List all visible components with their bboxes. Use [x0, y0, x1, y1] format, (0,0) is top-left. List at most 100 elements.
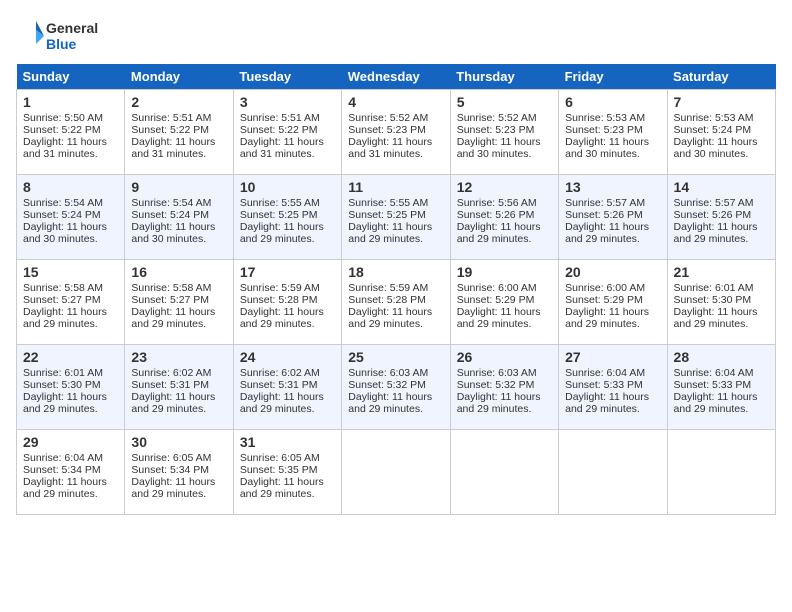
sunrise-text: Sunrise: 5:58 AM — [131, 282, 211, 294]
calendar-cell-day-8: 8 Sunrise: 5:54 AM Sunset: 5:24 PM Dayli… — [17, 175, 125, 260]
day-number: 29 — [23, 434, 118, 450]
sunrise-text: Sunrise: 5:56 AM — [457, 197, 537, 209]
day-number: 2 — [131, 94, 226, 110]
daylight-text: Daylight: 11 hours and 30 minutes. — [131, 221, 215, 245]
sunset-text: Sunset: 5:28 PM — [348, 294, 426, 306]
day-number: 7 — [674, 94, 769, 110]
day-number: 28 — [674, 349, 769, 365]
sunset-text: Sunset: 5:26 PM — [674, 209, 752, 221]
daylight-text: Daylight: 11 hours and 29 minutes. — [23, 476, 107, 500]
calendar-cell-day-19: 19 Sunrise: 6:00 AM Sunset: 5:29 PM Dayl… — [450, 260, 558, 345]
sunrise-text: Sunrise: 6:01 AM — [674, 282, 754, 294]
calendar-header-row: SundayMondayTuesdayWednesdayThursdayFrid… — [17, 64, 776, 90]
day-number: 16 — [131, 264, 226, 280]
day-number: 4 — [348, 94, 443, 110]
sunrise-text: Sunrise: 6:04 AM — [23, 452, 103, 464]
daylight-text: Daylight: 11 hours and 29 minutes. — [240, 391, 324, 415]
calendar-cell-day-13: 13 Sunrise: 5:57 AM Sunset: 5:26 PM Dayl… — [559, 175, 667, 260]
day-number: 18 — [348, 264, 443, 280]
sunset-text: Sunset: 5:26 PM — [565, 209, 643, 221]
daylight-text: Daylight: 11 hours and 29 minutes. — [457, 391, 541, 415]
sunrise-text: Sunrise: 5:53 AM — [674, 112, 754, 124]
day-number: 25 — [348, 349, 443, 365]
daylight-text: Daylight: 11 hours and 29 minutes. — [674, 306, 758, 330]
daylight-text: Daylight: 11 hours and 31 minutes. — [240, 136, 324, 160]
sunrise-text: Sunrise: 5:54 AM — [131, 197, 211, 209]
sunrise-text: Sunrise: 5:58 AM — [23, 282, 103, 294]
calendar-cell-day-21: 21 Sunrise: 6:01 AM Sunset: 5:30 PM Dayl… — [667, 260, 775, 345]
header-cell-wednesday: Wednesday — [342, 64, 450, 90]
day-number: 30 — [131, 434, 226, 450]
sunset-text: Sunset: 5:34 PM — [23, 464, 101, 476]
sunset-text: Sunset: 5:31 PM — [240, 379, 318, 391]
calendar-cell-day-17: 17 Sunrise: 5:59 AM Sunset: 5:28 PM Dayl… — [233, 260, 341, 345]
calendar-cell-day-31: 31 Sunrise: 6:05 AM Sunset: 5:35 PM Dayl… — [233, 430, 341, 515]
calendar-cell-day-3: 3 Sunrise: 5:51 AM Sunset: 5:22 PM Dayli… — [233, 90, 341, 175]
sunrise-text: Sunrise: 6:03 AM — [348, 367, 428, 379]
calendar-cell-day-24: 24 Sunrise: 6:02 AM Sunset: 5:31 PM Dayl… — [233, 345, 341, 430]
sunrise-text: Sunrise: 5:50 AM — [23, 112, 103, 124]
day-number: 31 — [240, 434, 335, 450]
sunrise-text: Sunrise: 5:59 AM — [348, 282, 428, 294]
sunrise-text: Sunrise: 6:03 AM — [457, 367, 537, 379]
sunrise-text: Sunrise: 5:59 AM — [240, 282, 320, 294]
day-number: 20 — [565, 264, 660, 280]
header-cell-thursday: Thursday — [450, 64, 558, 90]
sunset-text: Sunset: 5:32 PM — [457, 379, 535, 391]
daylight-text: Daylight: 11 hours and 29 minutes. — [674, 391, 758, 415]
calendar-cell-day-27: 27 Sunrise: 6:04 AM Sunset: 5:33 PM Dayl… — [559, 345, 667, 430]
daylight-text: Daylight: 11 hours and 29 minutes. — [23, 306, 107, 330]
day-number: 9 — [131, 179, 226, 195]
day-number: 10 — [240, 179, 335, 195]
sunset-text: Sunset: 5:28 PM — [240, 294, 318, 306]
day-number: 8 — [23, 179, 118, 195]
sunset-text: Sunset: 5:30 PM — [674, 294, 752, 306]
day-number: 27 — [565, 349, 660, 365]
sunrise-text: Sunrise: 5:57 AM — [565, 197, 645, 209]
sunrise-text: Sunrise: 6:01 AM — [23, 367, 103, 379]
sunset-text: Sunset: 5:27 PM — [131, 294, 209, 306]
sunset-text: Sunset: 5:22 PM — [23, 124, 101, 136]
daylight-text: Daylight: 11 hours and 30 minutes. — [674, 136, 758, 160]
sunrise-text: Sunrise: 6:02 AM — [131, 367, 211, 379]
sunset-text: Sunset: 5:23 PM — [457, 124, 535, 136]
day-number: 21 — [674, 264, 769, 280]
sunset-text: Sunset: 5:22 PM — [240, 124, 318, 136]
day-number: 24 — [240, 349, 335, 365]
sunset-text: Sunset: 5:29 PM — [565, 294, 643, 306]
sunrise-text: Sunrise: 6:04 AM — [674, 367, 754, 379]
sunrise-text: Sunrise: 5:53 AM — [565, 112, 645, 124]
daylight-text: Daylight: 11 hours and 29 minutes. — [565, 221, 649, 245]
sunset-text: Sunset: 5:24 PM — [131, 209, 209, 221]
sunset-text: Sunset: 5:31 PM — [131, 379, 209, 391]
calendar-cell-day-10: 10 Sunrise: 5:55 AM Sunset: 5:25 PM Dayl… — [233, 175, 341, 260]
logo: General Blue — [16, 16, 106, 56]
sunset-text: Sunset: 5:33 PM — [674, 379, 752, 391]
sunset-text: Sunset: 5:34 PM — [131, 464, 209, 476]
daylight-text: Daylight: 11 hours and 31 minutes. — [131, 136, 215, 160]
daylight-text: Daylight: 11 hours and 31 minutes. — [23, 136, 107, 160]
calendar-cell-day-29: 29 Sunrise: 6:04 AM Sunset: 5:34 PM Dayl… — [17, 430, 125, 515]
sunset-text: Sunset: 5:23 PM — [565, 124, 643, 136]
day-number: 17 — [240, 264, 335, 280]
header-cell-monday: Monday — [125, 64, 233, 90]
calendar-cell-day-22: 22 Sunrise: 6:01 AM Sunset: 5:30 PM Dayl… — [17, 345, 125, 430]
header-cell-sunday: Sunday — [17, 64, 125, 90]
sunset-text: Sunset: 5:25 PM — [348, 209, 426, 221]
calendar-cell-day-28: 28 Sunrise: 6:04 AM Sunset: 5:33 PM Dayl… — [667, 345, 775, 430]
day-number: 22 — [23, 349, 118, 365]
empty-cell — [450, 430, 558, 515]
sunset-text: Sunset: 5:24 PM — [23, 209, 101, 221]
daylight-text: Daylight: 11 hours and 29 minutes. — [240, 476, 324, 500]
daylight-text: Daylight: 11 hours and 29 minutes. — [131, 476, 215, 500]
calendar-cell-day-23: 23 Sunrise: 6:02 AM Sunset: 5:31 PM Dayl… — [125, 345, 233, 430]
daylight-text: Daylight: 11 hours and 29 minutes. — [348, 391, 432, 415]
calendar-cell-day-5: 5 Sunrise: 5:52 AM Sunset: 5:23 PM Dayli… — [450, 90, 558, 175]
day-number: 14 — [674, 179, 769, 195]
sunset-text: Sunset: 5:22 PM — [131, 124, 209, 136]
sunrise-text: Sunrise: 6:00 AM — [565, 282, 645, 294]
daylight-text: Daylight: 11 hours and 31 minutes. — [348, 136, 432, 160]
daylight-text: Daylight: 11 hours and 29 minutes. — [457, 306, 541, 330]
empty-cell — [342, 430, 450, 515]
sunrise-text: Sunrise: 6:05 AM — [240, 452, 320, 464]
